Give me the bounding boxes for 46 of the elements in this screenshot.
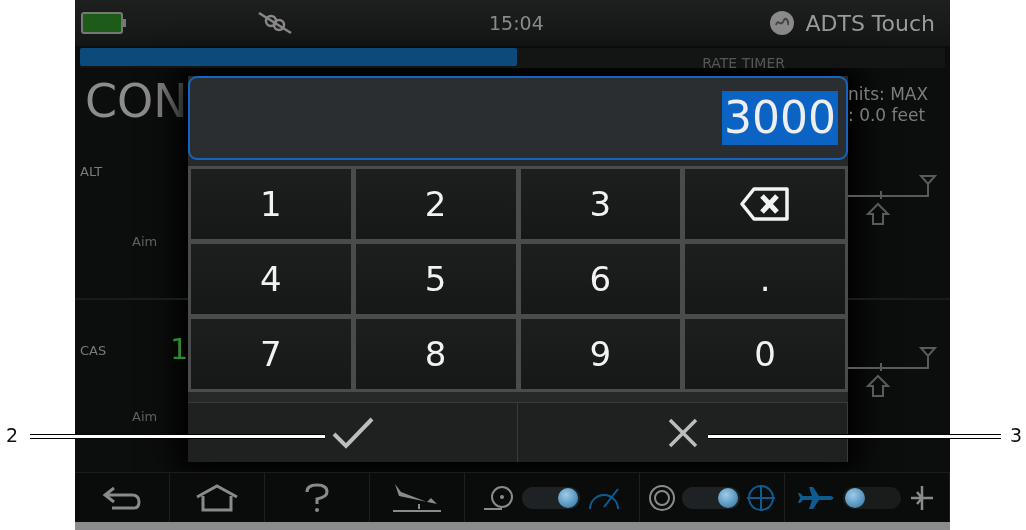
aim-label: Aim	[132, 234, 159, 249]
key-button[interactable]: 6	[520, 244, 681, 314]
key-button[interactable]: 3	[520, 169, 681, 239]
key-button[interactable]: 2	[355, 169, 516, 239]
back-arrow-icon	[102, 484, 142, 511]
key-button[interactable]: 8	[355, 319, 516, 389]
screen-title: CON	[85, 76, 188, 126]
key-button[interactable]: 4	[191, 244, 351, 314]
parameter-value: 1	[170, 336, 188, 364]
clock-time: 15:04	[489, 12, 544, 34]
battery-icon	[81, 12, 127, 34]
check-icon	[330, 415, 375, 450]
parameter-label: CAS	[80, 342, 107, 358]
home-icon	[195, 483, 239, 512]
parameter-label: ALT	[80, 164, 103, 179]
key-button[interactable]: 7	[191, 319, 351, 389]
limit-text: nits: MAX	[848, 84, 930, 105]
aim-label: Aim	[132, 409, 159, 424]
key-button[interactable]: 9	[520, 319, 681, 389]
value-field[interactable]: 3000	[188, 76, 848, 160]
toggle-thumb[interactable]	[718, 487, 738, 508]
close-icon	[666, 416, 699, 449]
callout-number: 2	[6, 424, 19, 446]
key-button[interactable]: 0	[685, 319, 845, 389]
toggle-switch[interactable]	[843, 486, 901, 509]
logo-icon	[769, 10, 796, 36]
limit-text: : 0.0 feet	[848, 105, 927, 126]
toggle-thumb[interactable]	[558, 487, 578, 508]
toggle-thumb[interactable]	[845, 487, 865, 508]
rate-timer-label: RATE TIMER	[702, 55, 785, 71]
attitude-indicator-icon	[746, 482, 776, 513]
key-button[interactable]: .	[685, 244, 845, 314]
toggle-switch[interactable]	[682, 486, 740, 509]
cancel-button[interactable]	[518, 403, 848, 462]
toggle-switch[interactable]	[522, 486, 580, 509]
backspace-icon	[740, 187, 791, 221]
callout-number: 3	[1010, 424, 1023, 446]
key-button[interactable]: 1	[191, 169, 351, 239]
confirm-button[interactable]	[188, 403, 518, 462]
plug-icon	[257, 11, 293, 35]
key-button[interactable]: 5	[355, 244, 516, 314]
gauge-icon	[482, 484, 516, 511]
question-mark-icon	[303, 482, 331, 513]
dial-icon	[648, 483, 676, 512]
backspace-button[interactable]	[685, 169, 845, 239]
device-name: ADTS Touch	[805, 10, 935, 36]
